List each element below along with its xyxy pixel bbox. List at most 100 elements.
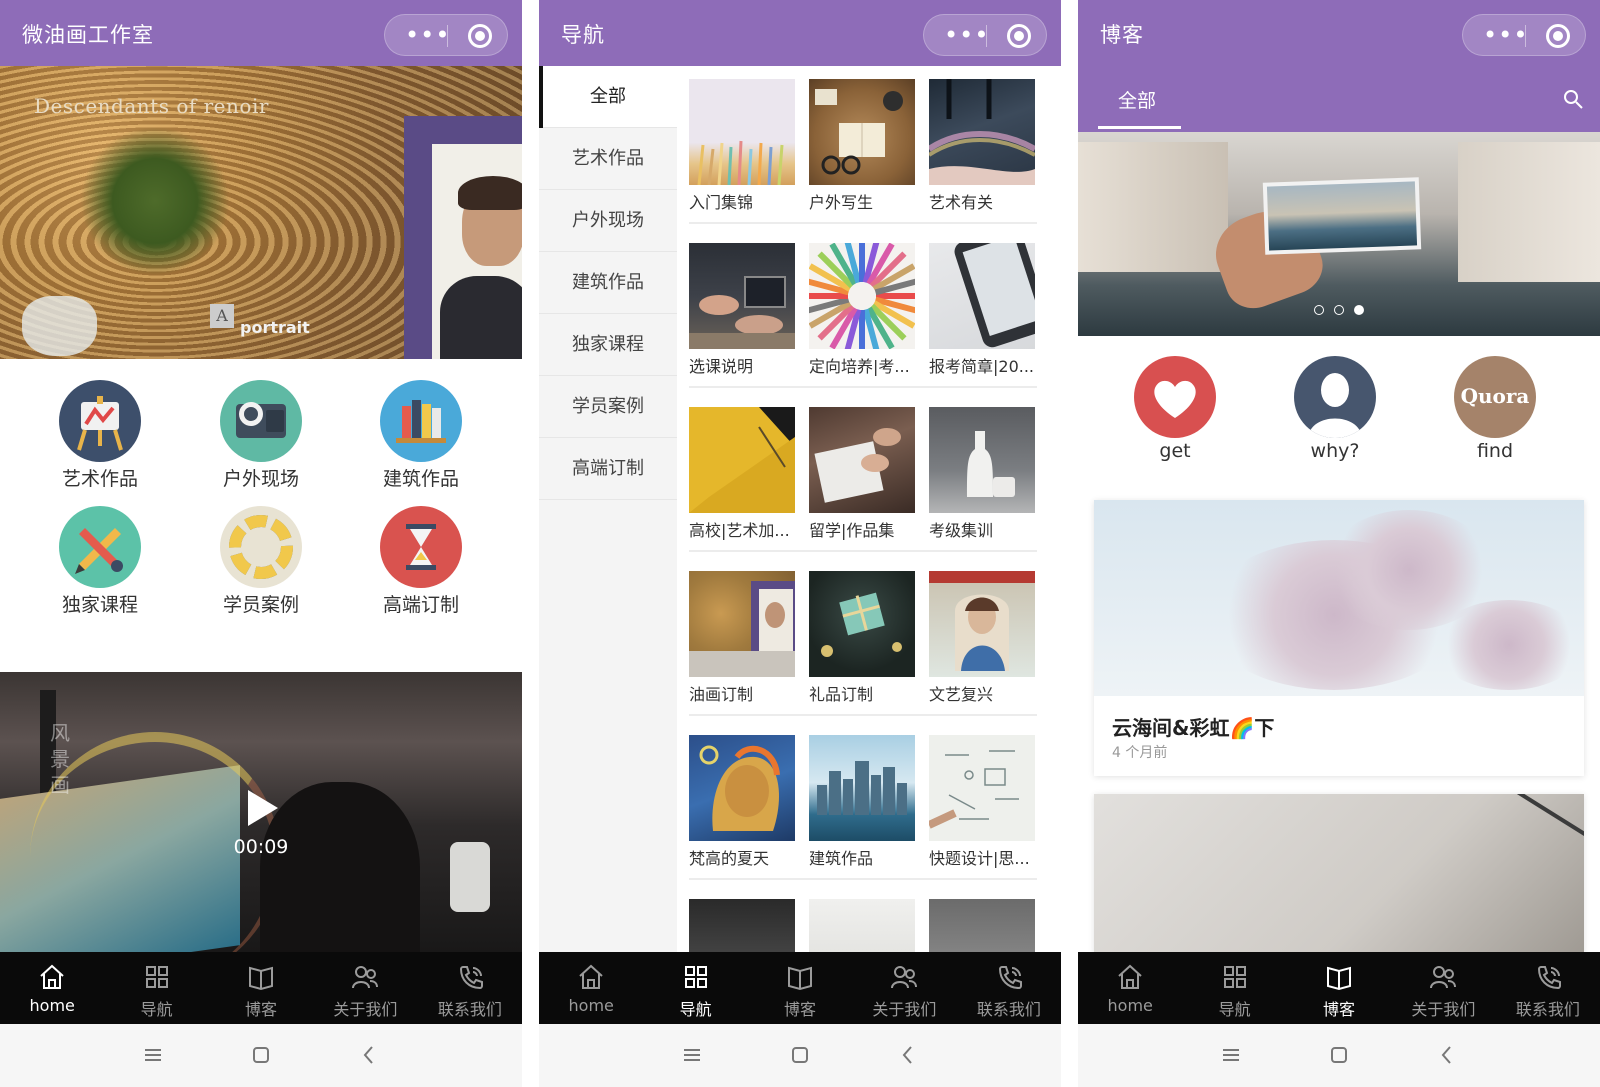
tab-home[interactable]: home <box>539 952 643 1024</box>
grid-item-outdoor[interactable]: 户外现场 <box>181 380 341 491</box>
menu-icon[interactable] <box>140 1042 166 1068</box>
grid-cell[interactable] <box>809 886 915 952</box>
grid-cell[interactable]: 高校|艺术加... <box>689 394 795 544</box>
close-target-icon[interactable] <box>1007 24 1031 48</box>
cell-label: 报考简章|20... <box>929 357 1035 376</box>
more-icon[interactable]: ••• <box>405 23 450 47</box>
grid-item-cases[interactable]: 学员案例 <box>181 506 341 617</box>
close-target-icon[interactable] <box>468 24 492 48</box>
cell-label: 文艺复兴 <box>929 685 994 704</box>
tab-blog[interactable]: 博客 <box>209 952 313 1024</box>
sidebar-item-art[interactable]: 艺术作品 <box>539 128 677 190</box>
grid-cell[interactable]: 报考简章|20... <box>929 230 1035 380</box>
tab-about[interactable]: 关于我们 <box>1391 952 1495 1024</box>
grid-cell[interactable]: 考级集训 <box>929 394 1035 544</box>
grid-cell[interactable]: 入门集锦 <box>689 66 795 216</box>
carousel-dot-active[interactable] <box>1354 305 1364 315</box>
mini-program-capsule: ••• <box>384 14 508 56</box>
grid-cell[interactable] <box>689 886 795 952</box>
grid-cell[interactable]: 建筑作品 <box>809 722 915 872</box>
carousel-dot[interactable] <box>1314 305 1324 315</box>
hero-banner[interactable]: Descendants of renoir A portrait <box>0 66 522 359</box>
grid-cell[interactable]: 艺术有关 <box>929 66 1035 216</box>
thumbnail <box>809 407 915 513</box>
tab-blog[interactable]: 博客 <box>1287 952 1391 1024</box>
grid-item-architecture[interactable]: 建筑作品 <box>341 380 501 491</box>
people-icon <box>891 966 918 989</box>
tab-label: 联系我们 <box>437 1000 502 1019</box>
tab-all[interactable]: 全部 <box>1118 86 1156 113</box>
grid-cell[interactable]: 文艺复兴 <box>929 558 1035 708</box>
active-tab-underline <box>1098 126 1181 129</box>
quick-link-get[interactable]: get <box>1115 356 1235 462</box>
menu-icon[interactable] <box>1218 1042 1244 1068</box>
tab-nav[interactable]: 导航 <box>1182 952 1286 1024</box>
back-icon[interactable] <box>895 1042 921 1068</box>
tab-bar: home 导航 博客 关于我们 联系我们 <box>539 952 1061 1024</box>
back-icon[interactable] <box>1434 1042 1460 1068</box>
grid-cell[interactable]: 户外写生 <box>809 66 915 216</box>
sidebar-item-course[interactable]: 独家课程 <box>539 314 677 376</box>
play-icon[interactable] <box>248 790 278 826</box>
tab-label: 关于我们 <box>872 1000 937 1019</box>
tab-contact[interactable]: 联系我们 <box>418 952 522 1024</box>
close-target-icon[interactable] <box>1546 24 1570 48</box>
tab-home[interactable]: home <box>1078 952 1182 1024</box>
grid-item-course[interactable]: 独家课程 <box>20 506 180 617</box>
grid-cell[interactable]: 快题设计|思... <box>929 722 1035 872</box>
nav-screen: 导航 ••• 全部 艺术作品 户外现场 建筑作品 独家课程 学员案例 高端订制 … <box>539 0 1061 1087</box>
sidebar-item-architecture[interactable]: 建筑作品 <box>539 252 677 314</box>
more-icon[interactable]: ••• <box>1483 23 1528 47</box>
grid-cell[interactable]: 梵高的夏天 <box>689 722 795 872</box>
grid-cell[interactable]: 定向培养|考... <box>809 230 915 380</box>
more-icon[interactable]: ••• <box>944 23 989 47</box>
post-card[interactable]: 云海间&彩虹🌈下 4 个月前 <box>1094 500 1584 776</box>
home-square-icon[interactable] <box>1326 1042 1352 1068</box>
home-square-icon[interactable] <box>787 1042 813 1068</box>
row-divider <box>689 550 1037 552</box>
tab-about[interactable]: 关于我们 <box>313 952 417 1024</box>
held-photo-image <box>1262 177 1422 255</box>
video-player[interactable]: 风景画 00:09 <box>0 672 522 952</box>
thumbnail <box>809 79 915 185</box>
sidebar-item-outdoor[interactable]: 户外现场 <box>539 190 677 252</box>
grid-item-art[interactable]: 艺术作品 <box>20 380 180 491</box>
thumbnail <box>809 735 915 841</box>
grid-cell[interactable]: 选课说明 <box>689 230 795 380</box>
tab-nav[interactable]: 导航 <box>104 952 208 1024</box>
home-square-icon[interactable] <box>248 1042 274 1068</box>
thumbnail <box>929 79 1035 185</box>
image-carousel[interactable] <box>1078 132 1600 336</box>
post-card[interactable] <box>1094 794 1584 954</box>
thumbnail <box>929 735 1035 841</box>
grid-item-custom[interactable]: 高端订制 <box>341 506 501 617</box>
hero-caption: Descendants of renoir <box>34 94 269 118</box>
quick-link-why[interactable]: why? <box>1275 356 1395 462</box>
sidebar-item-cases[interactable]: 学员案例 <box>539 376 677 438</box>
grid-cell[interactable] <box>929 886 1035 952</box>
cell-label: 艺术有关 <box>929 193 994 212</box>
grid-item-label: 高端订制 <box>382 594 459 616</box>
grid-cell[interactable]: 油画订制 <box>689 558 795 708</box>
color-wheel-icon <box>220 506 302 588</box>
tab-blog[interactable]: 博客 <box>748 952 852 1024</box>
sidebar-item-all[interactable]: 全部 <box>539 66 677 128</box>
tab-contact[interactable]: 联系我们 <box>1496 952 1600 1024</box>
tab-label: 联系我们 <box>1515 1000 1580 1019</box>
easel-icon <box>59 380 141 462</box>
grid-cell[interactable]: 留学|作品集 <box>809 394 915 544</box>
tab-home[interactable]: home <box>0 952 104 1024</box>
tab-nav[interactable]: 导航 <box>643 952 747 1024</box>
heart-icon <box>1134 356 1216 438</box>
back-icon[interactable] <box>356 1042 382 1068</box>
tab-label: 关于我们 <box>333 1000 398 1019</box>
grid-cell[interactable]: 礼品订制 <box>809 558 915 708</box>
search-icon[interactable] <box>1562 88 1584 110</box>
tab-about[interactable]: 关于我们 <box>852 952 956 1024</box>
carousel-dot[interactable] <box>1334 305 1344 315</box>
cell-label: 快题设计|思... <box>929 849 1030 868</box>
menu-icon[interactable] <box>679 1042 705 1068</box>
quick-link-find[interactable]: Quora find <box>1435 356 1555 462</box>
tab-contact[interactable]: 联系我们 <box>957 952 1061 1024</box>
sidebar-item-custom[interactable]: 高端订制 <box>539 438 677 500</box>
